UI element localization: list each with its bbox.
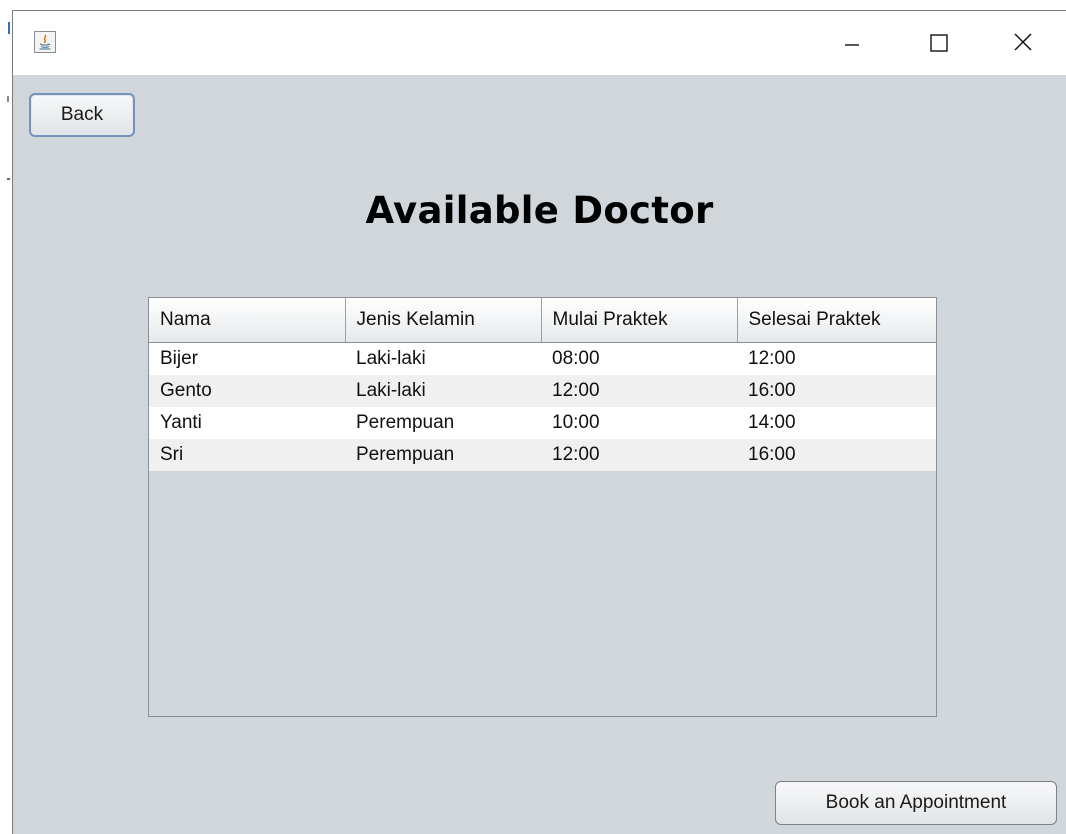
cell-mulai-praktek[interactable]: 12:00 <box>541 374 737 407</box>
cell-mulai-praktek[interactable]: 12:00 <box>541 438 737 471</box>
cell-selesai-praktek[interactable]: 12:00 <box>737 342 936 375</box>
close-icon <box>1014 33 1032 51</box>
background-marker <box>7 96 9 102</box>
cell-jenis-kelamin[interactable]: Perempuan <box>345 406 541 439</box>
cell-jenis-kelamin[interactable]: Laki-laki <box>345 342 541 375</box>
cell-selesai-praktek[interactable]: 16:00 <box>737 438 936 471</box>
cell-jenis-kelamin[interactable]: Perempuan <box>345 438 541 471</box>
cell-mulai-praktek[interactable]: 08:00 <box>541 342 737 375</box>
book-appointment-label: Book an Appointment <box>825 792 1007 813</box>
background-marker <box>8 22 10 34</box>
table-row[interactable]: Bijer Laki-laki 08:00 12:00 <box>149 342 936 375</box>
table-row[interactable]: Yanti Perempuan 10:00 14:00 <box>149 406 936 439</box>
cell-mulai-praktek[interactable]: 10:00 <box>541 406 737 439</box>
cell-nama[interactable]: Gento <box>149 374 345 407</box>
close-button[interactable] <box>1000 25 1046 61</box>
column-header-nama[interactable]: Nama <box>149 298 346 343</box>
maximize-button[interactable] <box>915 25 961 61</box>
table-row[interactable]: Gento Laki-laki 12:00 16:00 <box>149 374 936 407</box>
minimize-button[interactable] <box>829 25 875 61</box>
cell-jenis-kelamin[interactable]: Laki-laki <box>345 374 541 407</box>
minimize-icon <box>845 44 859 46</box>
table-row[interactable]: Sri Perempuan 12:00 16:00 <box>149 438 936 471</box>
back-button[interactable]: Back <box>29 93 135 137</box>
column-header-mulai-praktek[interactable]: Mulai Praktek <box>541 298 738 343</box>
doctor-table[interactable]: Nama Jenis Kelamin Mulai Praktek Selesai… <box>148 297 937 717</box>
table-header-row: Nama Jenis Kelamin Mulai Praktek Selesai… <box>149 298 936 343</box>
content-panel: Back Available Doctor Nama Jenis Kelamin… <box>13 75 1066 834</box>
background-window-edge <box>0 0 12 834</box>
title-bar[interactable] <box>13 11 1066 75</box>
app-window: Back Available Doctor Nama Jenis Kelamin… <box>12 10 1066 834</box>
cell-selesai-praktek[interactable]: 14:00 <box>737 406 936 439</box>
book-appointment-button[interactable]: Book an Appointment <box>775 781 1057 825</box>
cell-nama[interactable]: Yanti <box>149 406 345 439</box>
column-header-jenis-kelamin[interactable]: Jenis Kelamin <box>345 298 542 343</box>
cell-nama[interactable]: Sri <box>149 438 345 471</box>
java-app-icon[interactable] <box>34 31 56 53</box>
cell-selesai-praktek[interactable]: 16:00 <box>737 374 936 407</box>
maximize-icon <box>930 34 948 52</box>
back-button-label: Back <box>60 104 104 125</box>
cell-nama[interactable]: Bijer <box>149 342 345 375</box>
column-header-selesai-praktek[interactable]: Selesai Praktek <box>737 298 936 343</box>
background-marker <box>7 178 10 180</box>
page-title: Available Doctor <box>365 189 714 232</box>
